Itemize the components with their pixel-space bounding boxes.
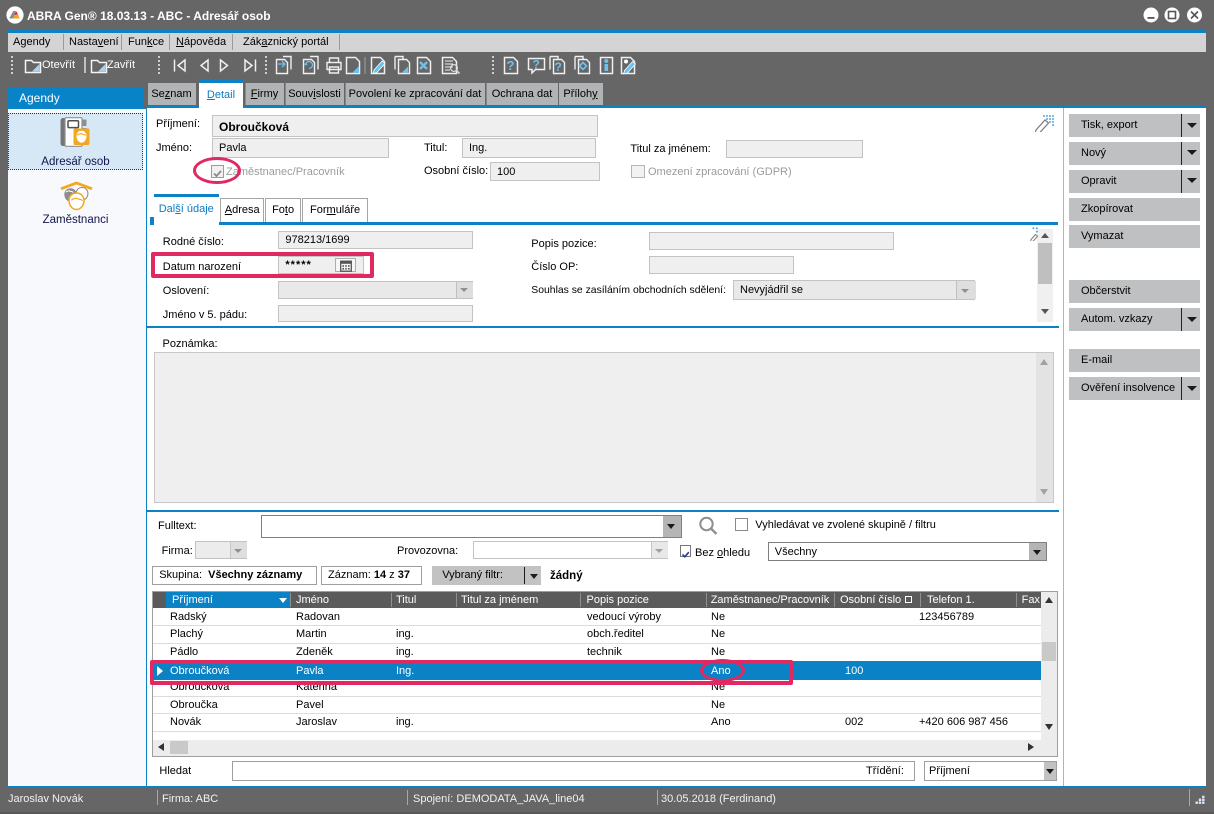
svg-text:?: ? xyxy=(555,60,562,74)
svg-text:?: ? xyxy=(533,58,540,72)
svg-text:?: ? xyxy=(507,58,515,73)
